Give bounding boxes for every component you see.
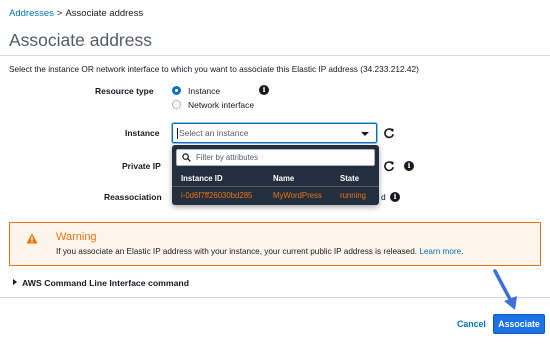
search-icon bbox=[182, 153, 191, 162]
chevron-down-icon bbox=[361, 132, 369, 136]
breadcrumb-separator: > bbox=[56, 8, 63, 19]
warning-title: Warning bbox=[56, 231, 97, 243]
instance-select-placeholder: Select an instance bbox=[179, 128, 249, 138]
breadcrumb: Addresses > Associate address bbox=[9, 8, 143, 19]
pointer-arrow-icon bbox=[493, 269, 517, 310]
private-ip-refresh-icon[interactable] bbox=[383, 160, 395, 172]
filter-placeholder: Filter by attributes bbox=[196, 153, 258, 162]
cli-command-expander[interactable]: AWS Command Line Interface command bbox=[13, 278, 189, 288]
private-ip-label: Private IP bbox=[122, 161, 161, 171]
warning-text: If you associate an Elastic IP address w… bbox=[56, 247, 463, 256]
footer-divider bbox=[0, 297, 550, 298]
reassociation-info-icon[interactable]: i bbox=[390, 192, 400, 202]
radio-network-interface[interactable] bbox=[172, 100, 181, 109]
column-header-name: Name bbox=[273, 174, 295, 183]
resource-type-label: Resource type bbox=[95, 86, 154, 96]
breadcrumb-current: Associate address bbox=[65, 8, 144, 19]
instance-name-cell: MyWordPress bbox=[273, 191, 322, 200]
radio-network-interface-label[interactable]: Network interface bbox=[188, 100, 254, 110]
cancel-button[interactable]: Cancel bbox=[457, 319, 486, 329]
radio-instance[interactable] bbox=[172, 86, 181, 95]
warning-trailing: . bbox=[461, 247, 464, 256]
refresh-icon[interactable] bbox=[383, 127, 395, 139]
breadcrumb-addresses-link[interactable]: Addresses bbox=[9, 8, 54, 19]
warning-message: If you associate an Elastic IP address w… bbox=[56, 247, 418, 256]
radio-instance-label[interactable]: Instance bbox=[188, 86, 220, 96]
column-header-state: State bbox=[340, 174, 360, 183]
intro-text: Select the instance OR network interface… bbox=[9, 64, 419, 74]
filter-input[interactable]: Filter by attributes bbox=[176, 149, 375, 166]
instance-select[interactable]: Select an instance bbox=[172, 123, 377, 143]
expand-triangle-icon bbox=[13, 279, 17, 285]
learn-more-link[interactable]: Learn more bbox=[419, 247, 461, 256]
private-ip-info-icon[interactable]: i bbox=[404, 161, 414, 171]
column-header-instance-id: Instance ID bbox=[181, 174, 223, 183]
info-icon[interactable]: i bbox=[259, 85, 269, 95]
reassociation-text-fragment: d bbox=[381, 192, 386, 202]
instance-dropdown: Filter by attributes Instance ID Name St… bbox=[172, 145, 379, 205]
title-divider bbox=[0, 55, 550, 56]
text-cursor bbox=[177, 128, 178, 139]
warning-icon bbox=[26, 233, 38, 244]
warning-alert: Warning If you associate an Elastic IP a… bbox=[9, 222, 541, 266]
instance-label: Instance bbox=[125, 128, 160, 138]
instance-state-cell: running bbox=[340, 191, 367, 200]
instance-option-row[interactable]: i-0d6f7ff26030bd285 MyWordPress running bbox=[172, 187, 379, 203]
reassociation-label: Reassociation bbox=[104, 192, 162, 202]
associate-button[interactable]: Associate bbox=[493, 314, 545, 334]
page-title: Associate address bbox=[9, 30, 152, 50]
instance-id-cell: i-0d6f7ff26030bd285 bbox=[181, 191, 253, 200]
cli-command-label: AWS Command Line Interface command bbox=[22, 278, 190, 288]
